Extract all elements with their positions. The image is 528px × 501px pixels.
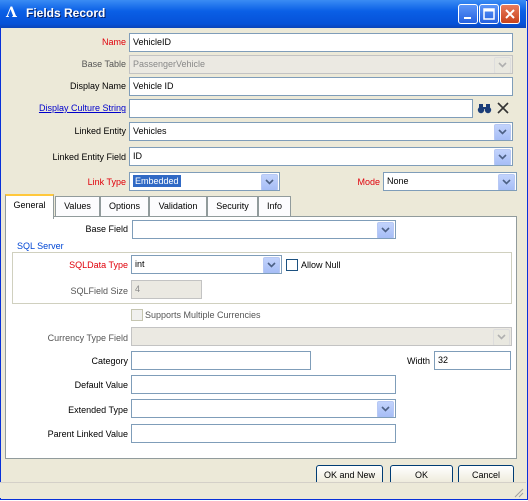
link-type-select[interactable]: Embedded [129, 172, 280, 191]
clear-x-icon [497, 102, 509, 114]
link-type-label: Link Type [87, 177, 126, 187]
linked-entity-field-select[interactable]: ID [129, 147, 513, 166]
chevron-down-icon [498, 154, 507, 160]
close-icon [505, 9, 515, 19]
chevron-down-icon [381, 406, 390, 412]
currency-type-field-select [131, 327, 512, 346]
parent-linked-value-label: Parent Linked Value [47, 429, 128, 439]
sql-data-type-label: SQLData Type [69, 260, 128, 270]
base-table-dropdown-button [494, 57, 511, 73]
base-table-label: Base Table [81, 59, 126, 69]
tab-values[interactable]: Values [55, 196, 100, 217]
linked-entity-field-dropdown-button[interactable] [494, 149, 511, 165]
display-name-label: Display Name [69, 81, 126, 91]
window-title: Fields Record [26, 6, 106, 20]
close-button[interactable] [500, 4, 520, 24]
mode-value: None [387, 176, 409, 186]
allow-null-checkbox[interactable] [286, 259, 298, 271]
base-table-value: PassengerVehicle [133, 59, 206, 69]
base-field-dropdown-button[interactable] [377, 222, 394, 238]
chevron-down-icon [498, 129, 507, 135]
tab-options[interactable]: Options [100, 196, 149, 217]
binoculars-button[interactable] [476, 100, 493, 117]
chevron-down-icon [265, 179, 274, 185]
display-name-input[interactable]: Vehicle ID [129, 77, 513, 96]
base-field-label: Base Field [85, 224, 128, 234]
display-culture-link[interactable]: Display Culture String [20, 103, 126, 113]
tab-security[interactable]: Security [207, 196, 258, 217]
base-field-select[interactable] [132, 220, 396, 239]
allow-null-label: Allow Null [301, 260, 341, 270]
extended-type-select[interactable] [131, 399, 396, 418]
currency-type-field-label: Currency Type Field [47, 333, 128, 343]
multi-currency-label: Supports Multiple Currencies [145, 310, 261, 320]
currency-type-dropdown-button [493, 329, 510, 345]
sql-field-size-input: 4 [131, 280, 202, 299]
default-value-label: Default Value [74, 380, 128, 390]
base-table-select: PassengerVehicle [129, 55, 513, 74]
mode-select[interactable]: None [383, 172, 517, 191]
display-culture-input[interactable] [129, 99, 473, 118]
minimize-icon [464, 17, 471, 19]
sql-field-size-label: SQLField Size [70, 286, 128, 296]
extended-type-dropdown-button[interactable] [377, 401, 394, 417]
maximize-button[interactable] [479, 4, 499, 24]
default-value-input[interactable] [131, 375, 396, 394]
extended-type-label: Extended Type [68, 405, 128, 415]
mode-label: Mode [357, 177, 380, 187]
linked-entity-select[interactable]: Vehicles [129, 122, 513, 141]
linked-entity-dropdown-button[interactable] [494, 124, 511, 140]
resize-grip-icon [514, 488, 524, 498]
chevron-down-icon [497, 334, 506, 340]
chevron-down-icon [267, 262, 276, 268]
binoculars-icon [477, 104, 492, 114]
clear-button[interactable] [495, 100, 512, 117]
tab-general[interactable]: General [5, 194, 54, 219]
category-input[interactable] [131, 351, 311, 370]
app-icon: Λ [6, 5, 17, 21]
chevron-down-icon [502, 179, 511, 185]
link-type-dropdown-button[interactable] [261, 174, 278, 190]
sql-server-group-label: SQL Server [17, 241, 64, 251]
parent-linked-value-input[interactable] [131, 424, 396, 443]
name-input[interactable]: VehicleID [129, 33, 513, 52]
sql-data-type-value: int [135, 259, 145, 269]
sql-data-type-dropdown-button[interactable] [263, 257, 280, 273]
chevron-down-icon [498, 62, 507, 68]
name-label: Name [101, 37, 126, 47]
status-bar [0, 482, 526, 498]
linked-entity-field-value: ID [133, 151, 142, 161]
linked-entity-label: Linked Entity [74, 126, 126, 136]
tab-info[interactable]: Info [258, 196, 291, 217]
link-type-value: Embedded [133, 175, 181, 187]
category-label: Category [91, 356, 128, 366]
resize-grip[interactable] [512, 486, 524, 498]
multi-currency-checkbox [131, 309, 143, 321]
mode-dropdown-button[interactable] [498, 174, 515, 190]
width-label: Width [406, 356, 430, 366]
sql-data-type-select[interactable]: int [131, 255, 282, 274]
tab-validation[interactable]: Validation [149, 196, 207, 217]
chevron-down-icon [381, 227, 390, 233]
minimize-button[interactable] [458, 4, 478, 24]
linked-entity-value: Vehicles [133, 126, 167, 136]
maximize-icon [483, 8, 495, 20]
width-input[interactable]: 32 [434, 351, 511, 370]
linked-entity-field-label: Linked Entity Field [52, 152, 126, 162]
